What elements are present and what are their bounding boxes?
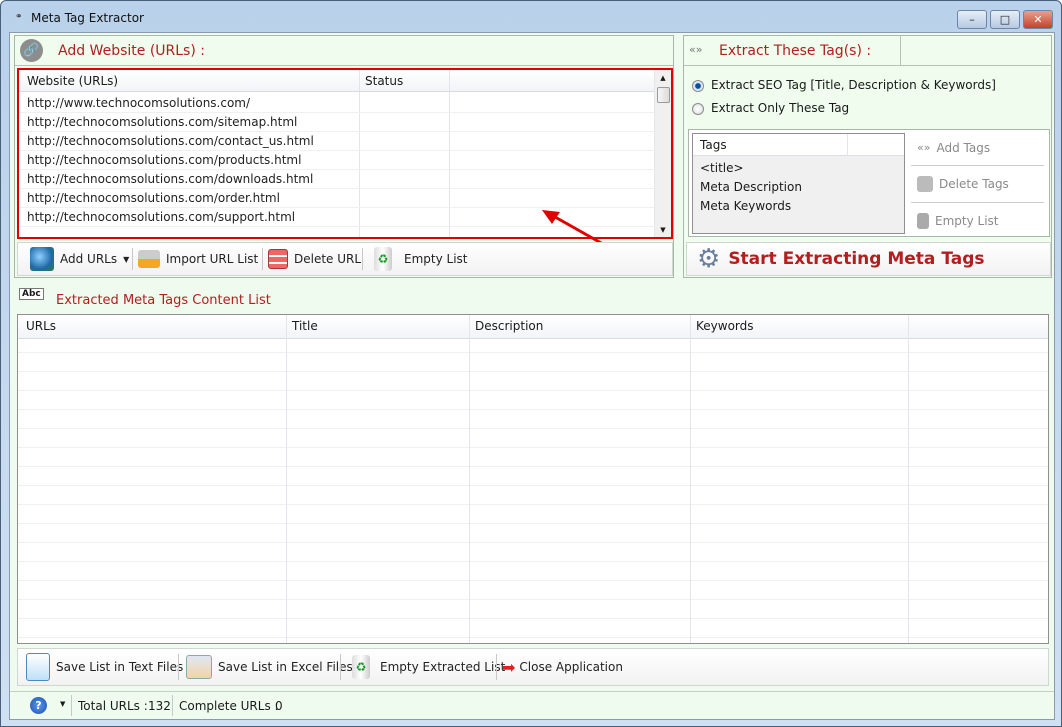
url-row[interactable]: http://technocomsolutions.com/sitemap.ht… [19,113,654,132]
column-keywords[interactable]: Keywords [696,319,754,333]
url-toolbar: Add URLs ▼ Import URL List Delete URL ♻ Em… [17,242,673,276]
url-row[interactable]: http://technocomsolutions.com/products.h… [19,151,654,170]
url-row[interactable]: http://technocomsolutions.com/order.html [19,189,654,208]
extracted-grid[interactable]: URLs Title Description Keywords [17,314,1049,644]
save-excel-button[interactable]: Save List in Excel Files [186,649,353,685]
url-row[interactable]: http://www.technocomsolutions.com/ [19,94,654,113]
help-icon[interactable]: ? [30,697,47,714]
link-icon: 🔗 [20,39,43,62]
start-toolbar: ⚙ Start Extracting Meta Tags [686,242,1051,276]
minimize-button[interactable]: – [957,10,987,29]
url-row[interactable]: http://technocomsolutions.com/contact_us… [19,132,654,151]
add-website-title: Add Website (URLs) : [58,43,205,59]
empty-tags-button[interactable]: Empty List [917,203,999,238]
tags-area: Tags <title> Meta Description Meta Keywo… [688,129,1050,237]
add-website-header: 🔗 Add Website (URLs) : [15,36,673,66]
delete-table-icon [917,176,933,192]
extracted-grid-header: URLs Title Description Keywords [18,315,1048,339]
radio-extract-only[interactable] [692,103,704,115]
empty-extracted-button[interactable]: ♻ Empty Extracted List [352,649,505,685]
exit-door-icon: ➡ [502,657,516,677]
import-chain-icon [138,250,160,268]
gear-icon: ⚙ [697,244,721,274]
save-text-file-icon [26,653,50,681]
start-extracting-button[interactable]: ⚙ Start Extracting Meta Tags [697,243,985,275]
add-urls-button[interactable]: Add URLs ▼ [30,243,129,275]
radio-extract-seo-label[interactable]: Extract SEO Tag [Title, Description & Ke… [711,78,996,92]
url-list-header: Website (URLs) Status [19,70,654,92]
radio-extract-seo[interactable] [692,80,704,92]
extracted-panel: Abc Extracted Meta Tags Content List URL… [13,285,1052,690]
tags-list[interactable]: Tags <title> Meta Description Meta Keywo… [692,133,905,234]
recycle-bin-icon: ♻ [374,247,392,271]
save-text-button[interactable]: Save List in Text Files [26,649,183,685]
extracted-title: Extracted Meta Tags Content List [56,293,271,308]
extract-tags-title: Extract These Tag(s) : [719,43,872,59]
complete-urls-label: Complete URLs : [179,699,279,713]
app-icon: ⚭ [15,12,23,22]
column-website-urls[interactable]: Website (URLs) [27,74,118,88]
tag-item[interactable]: <title> [700,161,744,175]
save-excel-icon [186,655,212,679]
tag-item[interactable]: Meta Keywords [700,199,791,213]
client-area: 🔗 Add Website (URLs) : Website (URLs) St… [9,32,1055,720]
add-tags-button[interactable]: «» Add Tags [917,130,990,165]
spellcheck-abc-icon: Abc [19,288,44,300]
url-row[interactable]: http://technocomsolutions.com/downloads.… [19,170,654,189]
column-status[interactable]: Status [365,74,403,88]
globe-icon [30,247,54,271]
total-urls-value: 132 [148,699,171,713]
status-bar: ? ▼ Total URLs : 132 Complete URLs : 0 [10,691,1054,719]
column-title[interactable]: Title [292,319,318,333]
window-title: Meta Tag Extractor [31,11,144,25]
delete-table-icon [268,249,288,269]
extracted-toolbar: Save List in Text Files Save List in Exc… [17,648,1049,686]
total-urls-label: Total URLs : [78,699,148,713]
column-description[interactable]: Description [475,319,543,333]
recycle-bin-icon: ♻ [352,655,370,679]
app-window: ⚭ Meta Tag Extractor – □ ✕ 🔗 Add Website… [0,0,1062,727]
title-bar: ⚭ Meta Tag Extractor – □ ✕ [1,1,1061,33]
delete-tags-button[interactable]: Delete Tags [917,166,1009,202]
tag-brackets-icon: «» [689,43,703,56]
close-button[interactable]: ✕ [1023,10,1053,29]
extract-tags-header: «» Extract These Tag(s) : [684,36,1051,66]
complete-urls-value: 0 [275,699,283,713]
add-website-panel: 🔗 Add Website (URLs) : Website (URLs) St… [14,35,674,278]
import-url-list-button[interactable]: Import URL List [138,243,258,275]
tag-item[interactable]: Meta Description [700,180,802,194]
empty-list-button[interactable]: ♻ Empty List [374,243,468,275]
delete-url-button[interactable]: Delete URL [268,243,361,275]
recycle-bin-icon [917,212,929,229]
tag-brackets-icon: «» [917,141,931,154]
radio-extract-only-label[interactable]: Extract Only These Tag [711,101,849,115]
extract-tags-panel: «» Extract These Tag(s) : Extract SEO Ta… [683,35,1052,278]
help-dropdown[interactable]: ▼ [60,700,65,708]
column-tags[interactable]: Tags [700,138,727,152]
vertical-scrollbar[interactable]: ▲ ▼ [654,70,671,237]
close-application-button[interactable]: ➡ Close Application [502,649,623,685]
scrollbar-thumb[interactable] [657,87,670,103]
maximize-button[interactable]: □ [990,10,1020,29]
column-urls[interactable]: URLs [26,319,56,333]
